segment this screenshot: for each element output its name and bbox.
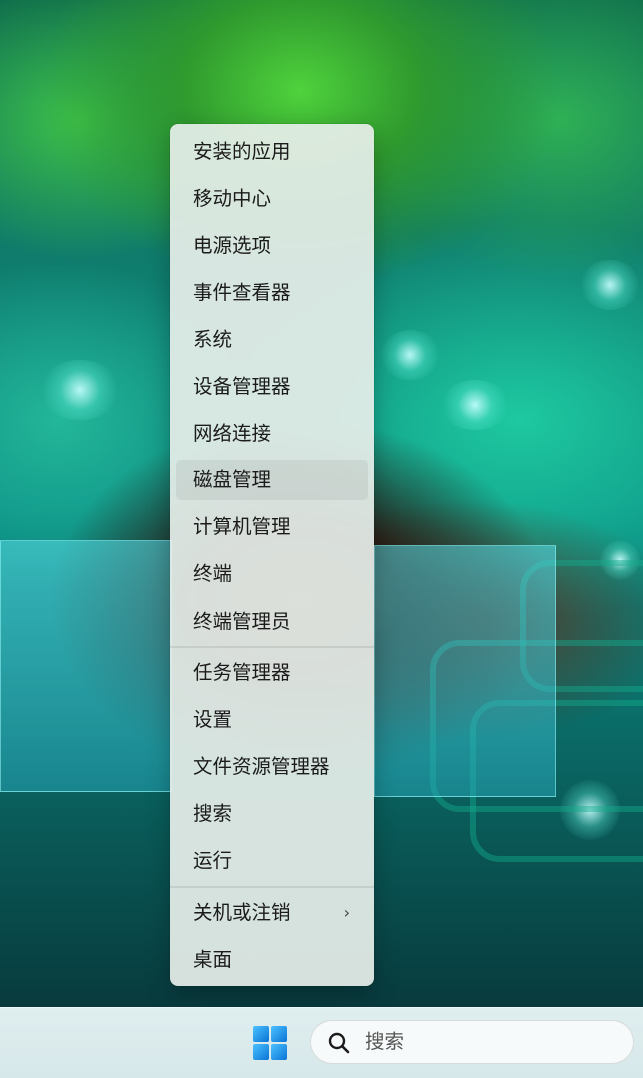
search-icon xyxy=(328,1032,350,1054)
search-placeholder: 搜索 xyxy=(365,1030,405,1053)
menu-item-desktop[interactable]: 桌面 xyxy=(176,940,368,980)
menu-item-system[interactable]: 系统 xyxy=(176,320,368,360)
taskbar-search-box[interactable]: 搜索 xyxy=(310,1020,634,1064)
menu-item-power-options[interactable]: 电源选项 xyxy=(176,226,368,266)
start-button[interactable] xyxy=(253,1026,289,1062)
menu-item-settings[interactable]: 设置 xyxy=(176,700,368,740)
taskbar: 搜索 xyxy=(0,1007,643,1078)
menu-item-network-connections[interactable]: 网络连接 xyxy=(176,414,368,454)
menu-item-disk-management[interactable]: 磁盘管理 xyxy=(176,460,368,500)
menu-separator xyxy=(170,886,374,888)
menu-item-terminal-admin[interactable]: 终端管理员 xyxy=(176,602,368,642)
menu-separator xyxy=(170,646,374,648)
menu-item-label: 关机或注销 xyxy=(193,901,291,924)
menu-item-event-viewer[interactable]: 事件查看器 xyxy=(176,273,368,313)
menu-item-mobility-center[interactable]: 移动中心 xyxy=(176,179,368,219)
windows-logo-icon xyxy=(253,1026,289,1062)
menu-item-computer-management[interactable]: 计算机管理 xyxy=(176,507,368,547)
menu-item-run[interactable]: 运行 xyxy=(176,841,368,881)
menu-item-task-manager[interactable]: 任务管理器 xyxy=(176,653,368,693)
winx-context-menu: 安装的应用 移动中心 电源选项 事件查看器 系统 设备管理器 网络连接 磁盘管理… xyxy=(170,124,374,986)
menu-item-device-manager[interactable]: 设备管理器 xyxy=(176,367,368,407)
chevron-right-icon: › xyxy=(343,903,350,922)
menu-item-file-explorer[interactable]: 文件资源管理器 xyxy=(176,747,368,787)
menu-item-installed-apps[interactable]: 安装的应用 xyxy=(176,132,368,172)
menu-item-terminal[interactable]: 终端 xyxy=(176,554,368,594)
menu-item-shutdown-signout[interactable]: 关机或注销 › xyxy=(176,893,368,933)
menu-item-search[interactable]: 搜索 xyxy=(176,794,368,834)
